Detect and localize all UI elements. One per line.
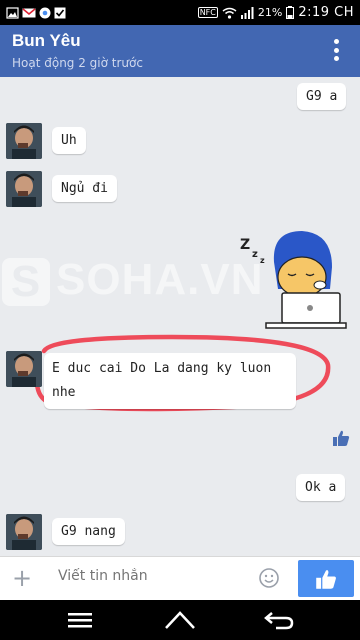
conversation-header: Bun Yêu Hoạt động 2 giờ trước bbox=[0, 25, 360, 77]
thumbs-up-icon bbox=[316, 569, 336, 589]
sleeping-sticker[interactable]: Z z z bbox=[236, 227, 348, 332]
message-input[interactable] bbox=[58, 568, 238, 584]
message-thread[interactable]: S SOHA.VN G9 a Uh Ngủ đi Z z z E duc cai … bbox=[0, 77, 360, 556]
watermark-logo-icon: S bbox=[2, 258, 50, 307]
incoming-message[interactable]: Ngủ đi bbox=[52, 175, 117, 202]
image-icon bbox=[6, 6, 19, 19]
avatar[interactable] bbox=[6, 514, 42, 550]
message-text: G9 a bbox=[306, 89, 338, 104]
avatar[interactable] bbox=[6, 351, 42, 387]
presence-status: Hoạt động 2 giờ trước bbox=[12, 56, 143, 70]
system-status: NFC 21% 2:19 CH bbox=[197, 5, 354, 20]
watermark-text: SOHA.VN bbox=[56, 255, 264, 304]
clock: 2:19 CH bbox=[298, 5, 354, 20]
add-attachment-icon[interactable]: + bbox=[12, 566, 32, 590]
overflow-menu-icon[interactable] bbox=[334, 39, 340, 61]
incoming-message[interactable]: E duc cai Do La dang ky luon nhe bbox=[44, 353, 296, 409]
avatar[interactable] bbox=[6, 171, 42, 207]
notification-icons bbox=[6, 6, 66, 19]
message-text: Ok a bbox=[305, 480, 337, 495]
nfc-indicator: NFC bbox=[197, 7, 218, 18]
gmail-icon bbox=[22, 7, 36, 17]
signal-icon bbox=[240, 6, 254, 19]
battery-percent: 21% bbox=[257, 6, 283, 19]
svg-text:Z: Z bbox=[240, 237, 250, 253]
message-composer: + bbox=[0, 556, 360, 600]
svg-text:z: z bbox=[252, 249, 258, 260]
wifi-icon bbox=[222, 7, 237, 19]
message-text: G9 nang bbox=[61, 524, 116, 539]
system-nav-bar bbox=[0, 600, 360, 640]
menu-icon[interactable] bbox=[65, 608, 95, 632]
outgoing-message[interactable]: Ok a bbox=[296, 474, 346, 501]
emoji-icon[interactable] bbox=[258, 567, 280, 589]
back-icon[interactable] bbox=[262, 608, 296, 632]
home-icon[interactable] bbox=[163, 608, 197, 632]
message-text: Ngủ đi bbox=[61, 181, 108, 196]
chrome-icon bbox=[39, 7, 51, 18]
battery-icon bbox=[286, 6, 295, 19]
like-reaction-icon[interactable] bbox=[332, 429, 350, 447]
incoming-message[interactable]: G9 nang bbox=[52, 518, 125, 545]
send-like-button[interactable] bbox=[298, 560, 354, 597]
message-text: E duc cai Do La dang ky luon nhe bbox=[52, 361, 272, 400]
incoming-message[interactable]: Uh bbox=[52, 127, 86, 154]
watermark: S SOHA.VN bbox=[2, 255, 264, 307]
outgoing-message[interactable]: G9 a bbox=[297, 83, 347, 110]
status-bar: NFC 21% 2:19 CH bbox=[0, 0, 360, 25]
message-text: Uh bbox=[61, 133, 77, 148]
svg-text:z: z bbox=[260, 256, 265, 265]
checkbox-icon bbox=[54, 7, 66, 18]
contact-name[interactable]: Bun Yêu bbox=[12, 31, 81, 51]
avatar[interactable] bbox=[6, 123, 42, 159]
